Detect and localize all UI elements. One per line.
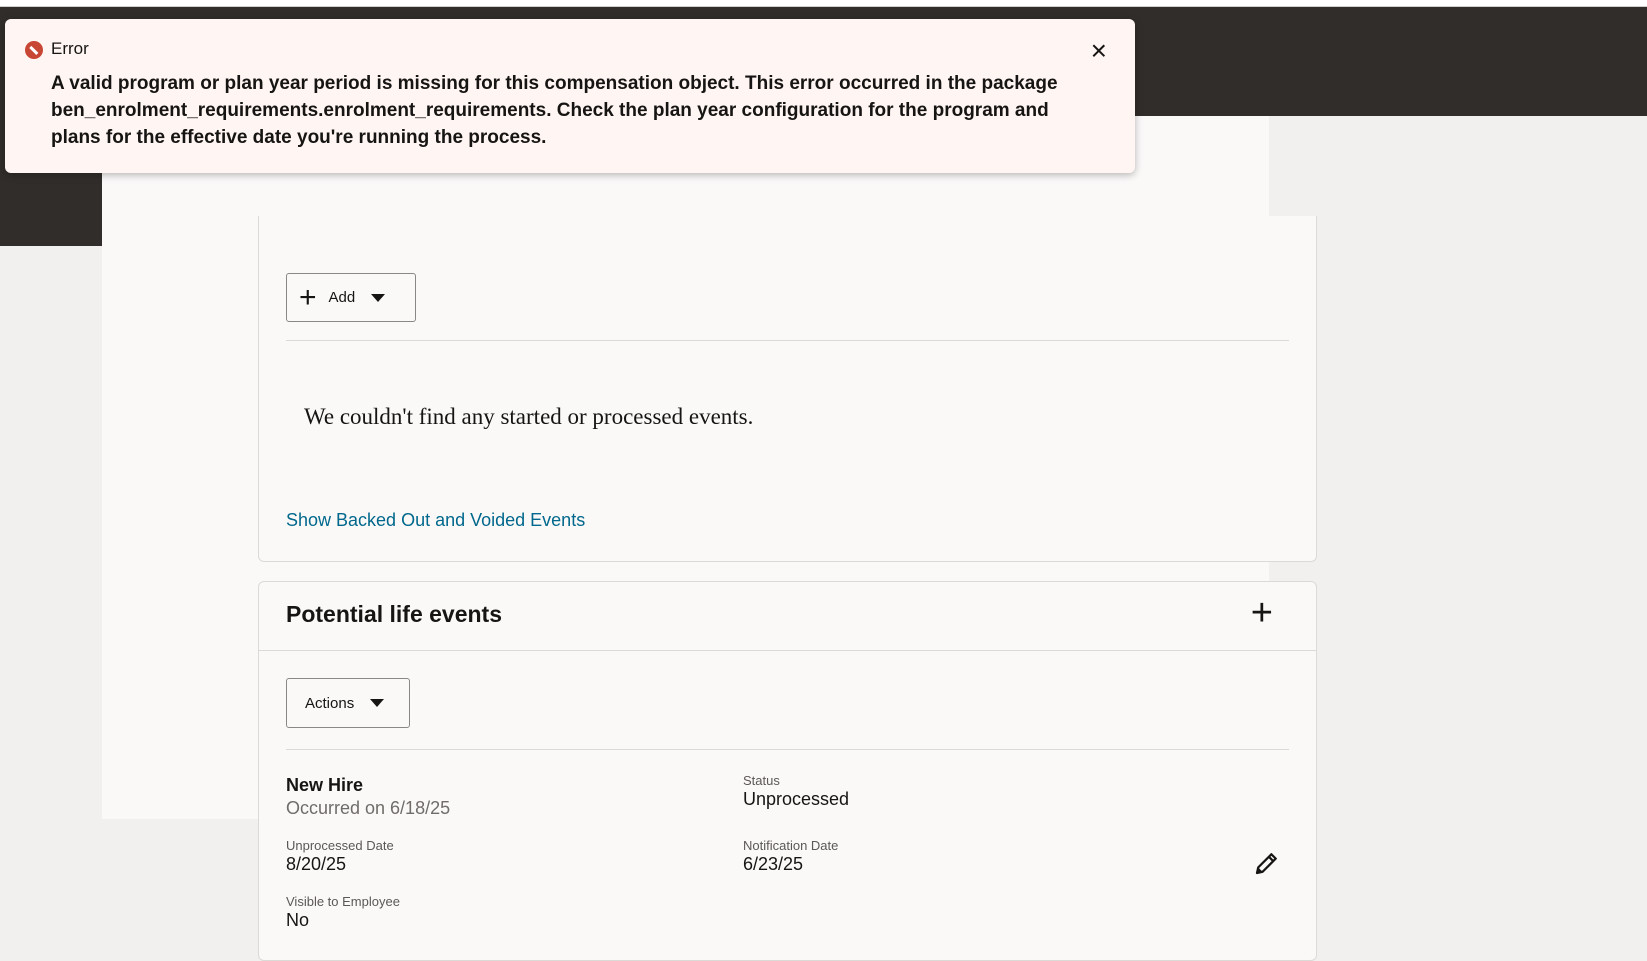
actions-button-label: Actions <box>305 694 355 712</box>
chevron-down-icon <box>370 699 385 707</box>
top-strip <box>0 0 1647 7</box>
divider <box>259 650 1316 651</box>
divider <box>286 749 1289 750</box>
notification-date-value: 6/23/25 <box>743 854 804 874</box>
potential-event-occurred: Occurred on 6/18/25 <box>286 798 451 818</box>
status-label: Status <box>743 773 780 788</box>
unprocessed-date-value: 8/20/25 <box>286 854 347 874</box>
unprocessed-date-label: Unprocessed Date <box>286 838 394 853</box>
main-content: + Add We couldn't find any started or pr… <box>102 116 1317 961</box>
show-backed-out-voided-link[interactable]: Show Backed Out and Voided Events <box>286 510 585 531</box>
add-button[interactable]: + Add <box>286 273 416 322</box>
pencil-icon[interactable] <box>1252 848 1282 878</box>
error-message: A valid program or plan year period is m… <box>51 73 1058 148</box>
potential-life-events-card: Potential life events + Actions New Hire… <box>258 581 1317 961</box>
add-button-label: Add <box>328 289 356 306</box>
empty-events-message: We couldn't find any started or processe… <box>304 404 754 429</box>
potential-life-events-title: Potential life events <box>286 601 503 627</box>
visible-to-employee-label: Visible to Employee <box>286 894 400 909</box>
error-notification: Error × A valid program or plan year per… <box>5 19 1135 173</box>
visible-to-employee-value: No <box>286 910 310 930</box>
error-icon <box>25 41 43 59</box>
status-value: Unprocessed <box>743 789 850 809</box>
plus-icon: + <box>299 280 317 314</box>
chevron-down-icon <box>371 293 386 302</box>
actions-button[interactable]: Actions <box>286 678 410 728</box>
potential-event-name: New Hire <box>286 775 364 795</box>
error-title: Error <box>51 39 89 58</box>
close-icon[interactable]: × <box>1091 37 1107 65</box>
life-events-card: + Add We couldn't find any started or pr… <box>258 216 1317 562</box>
divider <box>286 340 1289 341</box>
notification-date-label: Notification Date <box>743 838 839 853</box>
add-potential-event-icon[interactable]: + <box>1251 594 1273 632</box>
